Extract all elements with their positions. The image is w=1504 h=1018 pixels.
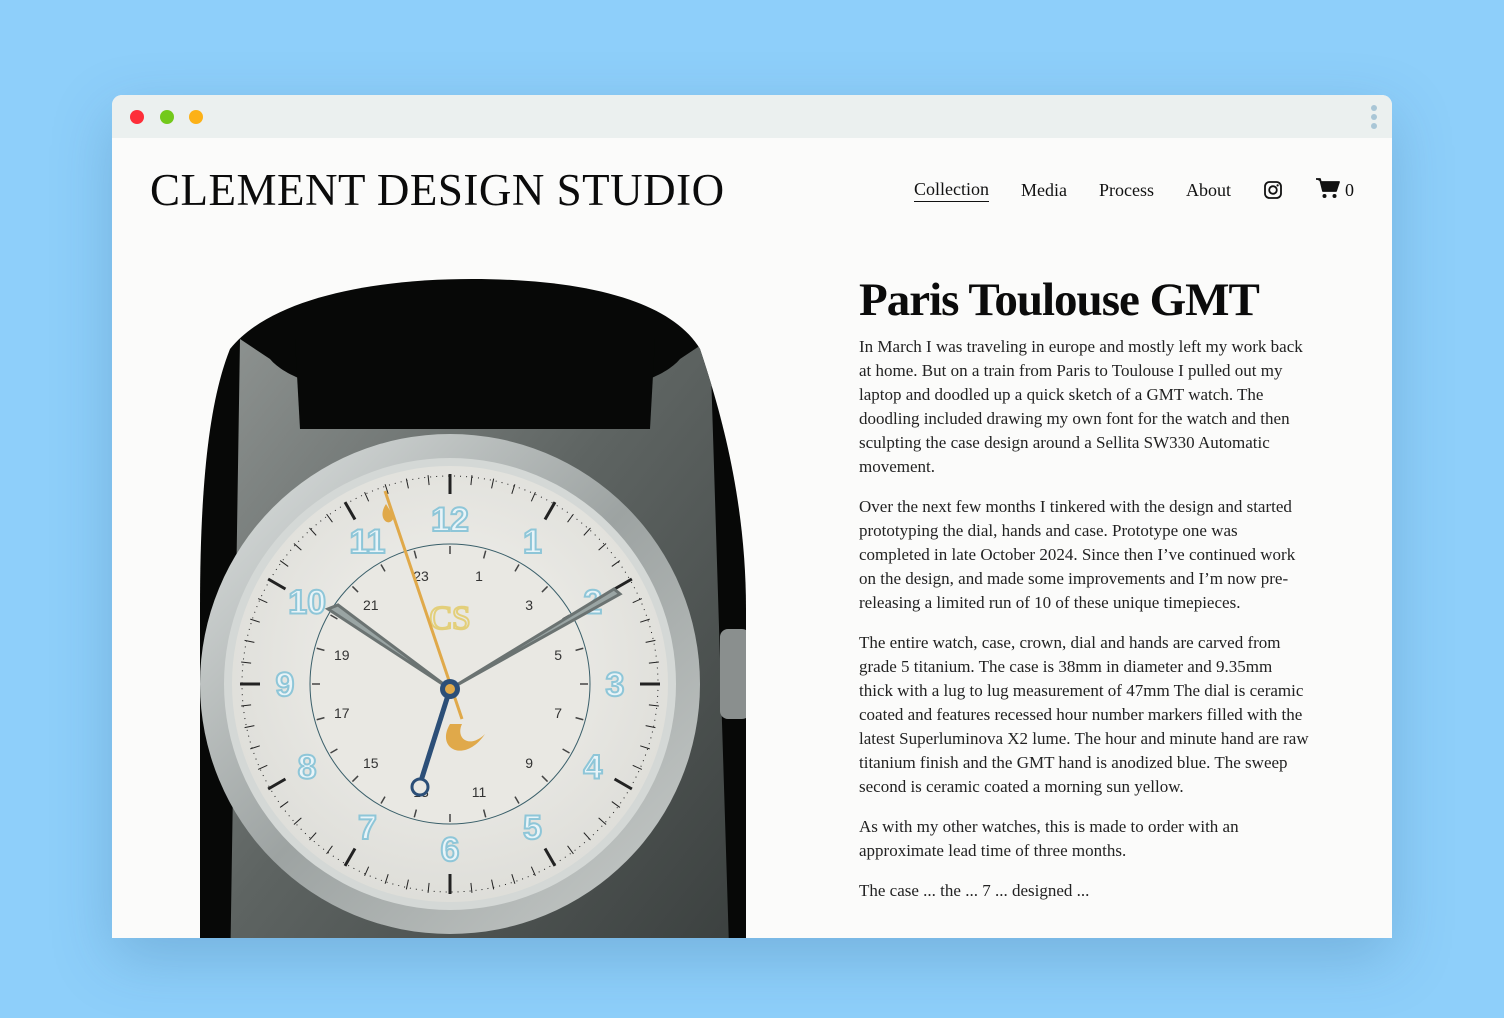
window-titlebar — [112, 95, 1392, 138]
dial-numeral: 12 — [431, 501, 469, 539]
dial-numeral: 3 — [606, 666, 625, 704]
dial-logo: CS — [429, 600, 471, 637]
kebab-menu-icon[interactable] — [1368, 105, 1380, 129]
main-nav: Collection Media Process About 0 — [882, 178, 1354, 202]
dial-numeral: 10 — [288, 584, 326, 622]
nav-about[interactable]: About — [1186, 180, 1231, 201]
nav-process[interactable]: Process — [1099, 180, 1154, 201]
dial-numeral: 6 — [441, 831, 460, 869]
site-logo[interactable]: CLEMENT DESIGN STUDIO — [150, 164, 725, 216]
browser-window: CLEMENT DESIGN STUDIO Collection Media P… — [112, 95, 1392, 938]
minimize-window-button[interactable] — [189, 110, 203, 124]
product-description: In March I was traveling in europe and m… — [859, 335, 1309, 919]
dial-numeral: 11 — [350, 523, 386, 561]
dial-numeral: 7 — [358, 809, 377, 847]
description-paragraph: As with my other watches, this is made t… — [859, 817, 1239, 860]
description-paragraph: In March I was traveling in europe and m… — [859, 337, 1303, 476]
gmt-numeral: 15 — [363, 755, 379, 771]
description-paragraph: The entire watch, case, crown, dial and … — [859, 633, 1309, 796]
gmt-numeral: 7 — [554, 705, 562, 721]
gmt-numeral: 11 — [472, 784, 487, 800]
cart-button[interactable]: 0 — [1315, 177, 1354, 203]
gmt-numeral: 21 — [363, 597, 379, 613]
page-content: CLEMENT DESIGN STUDIO Collection Media P… — [112, 138, 1392, 938]
gmt-numeral: 5 — [554, 647, 562, 663]
close-window-button[interactable] — [130, 110, 144, 124]
nav-media[interactable]: Media — [1021, 180, 1067, 201]
dial-numeral: 1 — [523, 523, 542, 561]
cart-icon — [1315, 177, 1341, 203]
dial-numeral: 4 — [583, 749, 602, 787]
gmt-numeral: 17 — [334, 705, 350, 721]
nav-collection[interactable]: Collection — [914, 179, 990, 202]
gmt-numeral: 9 — [525, 755, 533, 771]
dial-numeral: 9 — [276, 666, 295, 704]
gmt-numeral: 1 — [475, 568, 483, 584]
gmt-numeral: 19 — [334, 647, 350, 663]
description-paragraph: Over the next few months I tinkered with… — [859, 497, 1296, 612]
dial-numeral: 8 — [298, 749, 317, 787]
product-title: Paris Toulouse GMT — [859, 274, 1260, 326]
description-paragraph: The case ... the ... 7 ... designed ... — [859, 881, 1090, 900]
cart-count: 0 — [1345, 179, 1354, 200]
product-photo: 121234567891011 1357911131517192123 CS — [200, 279, 746, 938]
maximize-window-button[interactable] — [160, 110, 174, 124]
instagram-icon[interactable] — [1264, 181, 1282, 199]
gmt-numeral: 3 — [525, 597, 533, 613]
dial-numeral: 5 — [523, 809, 542, 847]
